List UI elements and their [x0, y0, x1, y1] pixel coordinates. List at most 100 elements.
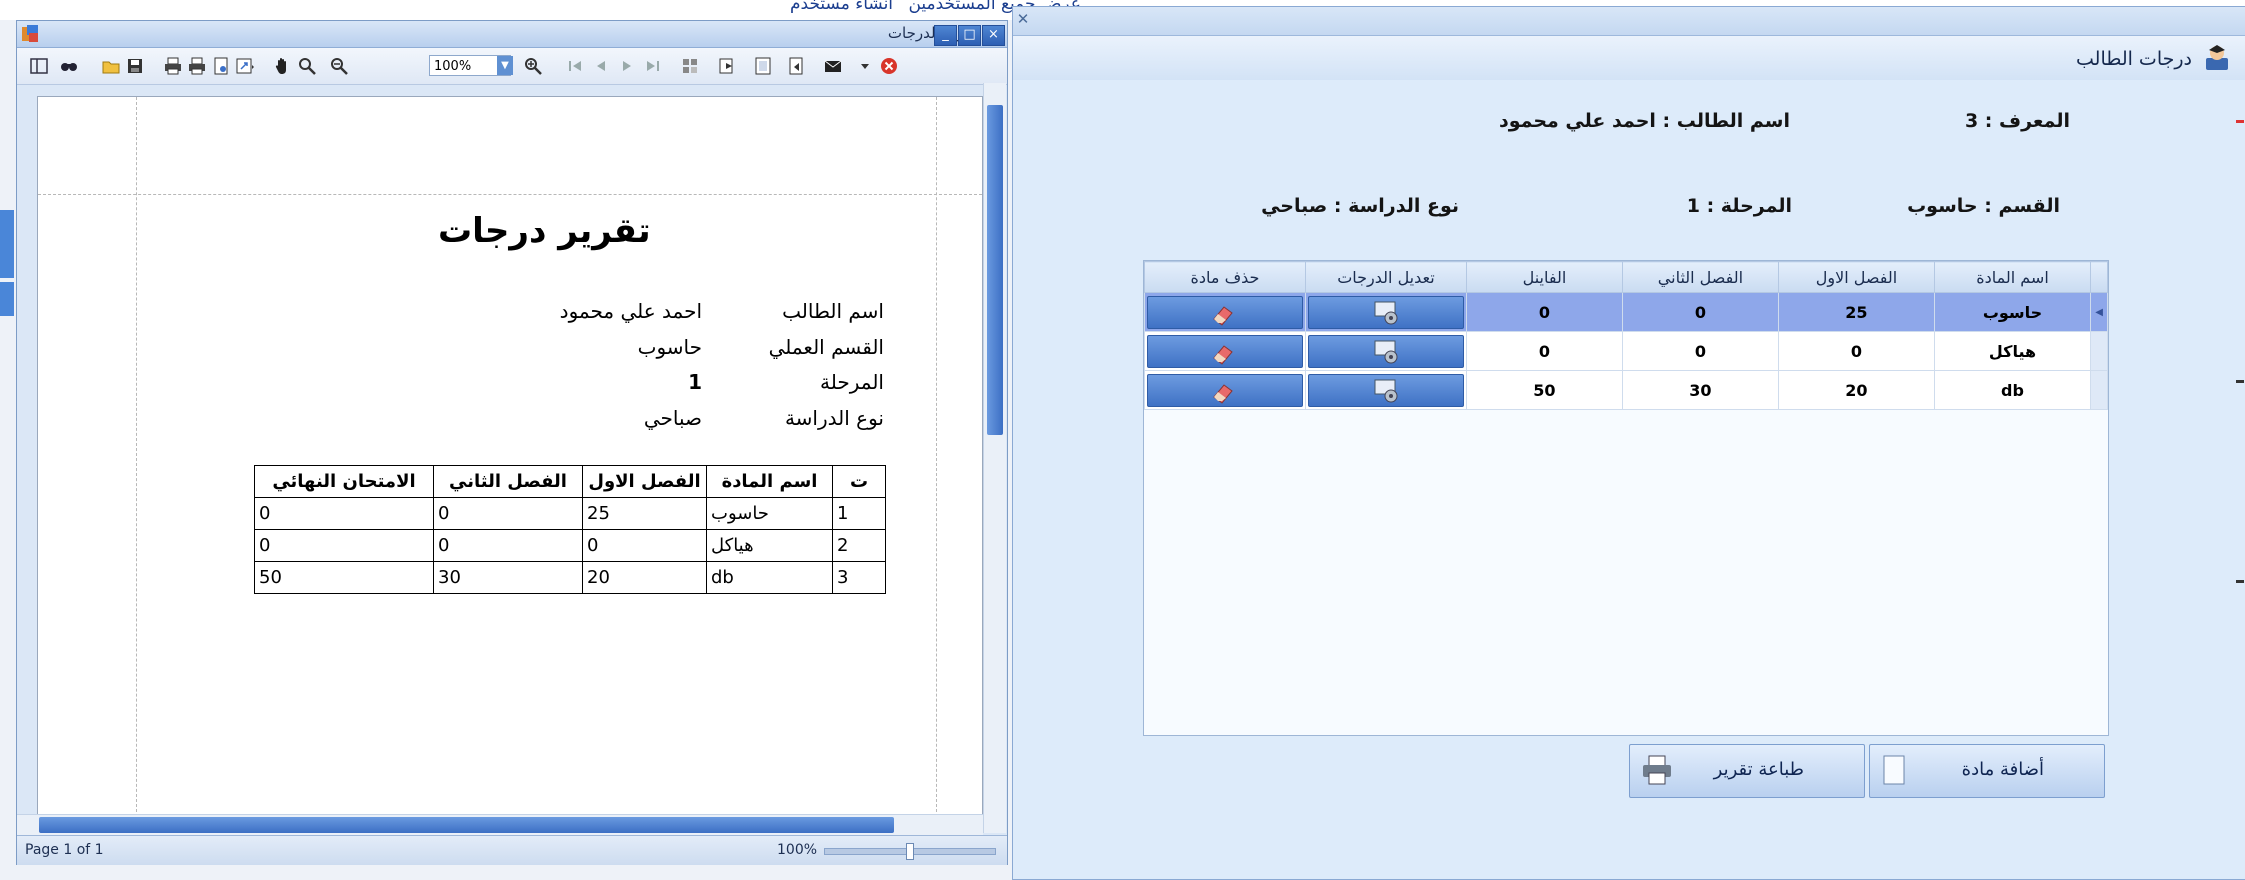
- report-grades-table: ت اسم المادة الفصل الاول الفصل الثاني ال…: [254, 465, 886, 594]
- row-header[interactable]: [2090, 370, 2108, 410]
- grid-cell-final[interactable]: 0: [1465, 331, 1623, 371]
- maximize-button[interactable]: □: [958, 25, 981, 46]
- print-report-button[interactable]: طباعة تقرير: [1629, 744, 1865, 798]
- print-icon[interactable]: [163, 56, 183, 76]
- dropdown-arrow-icon[interactable]: [855, 56, 875, 76]
- grid-cell-first[interactable]: 20: [1777, 370, 1935, 410]
- stage-label: المرحلة : 1: [1686, 195, 1792, 217]
- grades-table: اسم المادة الفصل الاول الفصل الثاني الفا…: [1144, 261, 2108, 410]
- edit-grades-button[interactable]: [1307, 373, 1464, 407]
- grid-row[interactable]: ◀ حاسوب 25 0 0: [1144, 292, 2108, 332]
- vertical-scrollbar[interactable]: [983, 83, 1006, 833]
- delete-subject-button[interactable]: [1147, 295, 1303, 329]
- report-viewer-titlebar[interactable]: تقرير الدرجات _ □ ×: [17, 21, 1007, 48]
- report-toolbar: 100% ▼: [17, 48, 1007, 85]
- grid-cell-subject[interactable]: حاسوب: [1933, 292, 2092, 332]
- grid-cell-first[interactable]: 25: [1777, 292, 1935, 332]
- scale-icon[interactable]: [235, 56, 255, 76]
- eraser-icon: [1213, 383, 1233, 404]
- student-icon: [2206, 45, 2228, 70]
- grid-cell-subject[interactable]: هياكل: [1933, 331, 2092, 371]
- column-header: الفصل الثاني: [433, 465, 583, 498]
- horizontal-scroll-thumb[interactable]: [39, 817, 894, 833]
- table-cell: 2: [832, 529, 886, 562]
- report-field-label: القسم العملي: [768, 335, 884, 359]
- last-page-icon[interactable]: [643, 56, 663, 76]
- edit-grades-cell: [1304, 331, 1467, 371]
- edit-grades-button[interactable]: [1307, 295, 1464, 329]
- grid-cell-first[interactable]: 0: [1777, 331, 1935, 371]
- zoom-dropdown-icon[interactable]: ▼: [497, 56, 513, 75]
- quick-print-icon[interactable]: [187, 56, 207, 76]
- edit-grades-button[interactable]: [1307, 334, 1464, 368]
- watermark-icon[interactable]: [753, 56, 773, 76]
- grid-header-row: اسم المادة الفصل الاول الفصل الثاني الفا…: [1144, 261, 2108, 293]
- export-icon[interactable]: [787, 56, 807, 76]
- horizontal-scrollbar[interactable]: [17, 814, 983, 835]
- multiple-pages-icon[interactable]: [681, 56, 701, 76]
- hand-tool-icon[interactable]: [273, 56, 293, 76]
- zoom-in-icon[interactable]: [523, 56, 543, 76]
- report-field-value: 1: [688, 370, 702, 394]
- row-header[interactable]: [2090, 331, 2108, 371]
- grades-window-titlebar[interactable]: ✕: [1013, 7, 2245, 36]
- table-cell: 0: [433, 529, 583, 562]
- report-app-icon: [22, 25, 38, 42]
- column-header[interactable]: حذف مادة: [1144, 261, 1306, 293]
- table-row: 3 db 20 30 50: [254, 561, 886, 594]
- column-header[interactable]: اسم المادة: [1933, 261, 2092, 293]
- background-left-tab[interactable]: [0, 210, 14, 278]
- minimize-button[interactable]: _: [934, 25, 957, 46]
- edit-settings-icon: [1374, 340, 1398, 363]
- magnifier-icon[interactable]: [297, 56, 317, 76]
- email-icon[interactable]: [823, 56, 843, 76]
- close-icon[interactable]: ✕: [1015, 11, 1031, 27]
- zoom-slider-knob[interactable]: [906, 843, 914, 860]
- row-header-column: [2090, 261, 2108, 293]
- column-header: ت: [832, 465, 886, 498]
- column-header[interactable]: الفصل الاول: [1777, 261, 1935, 293]
- report-statusbar: Page 1 of 1 100%: [17, 835, 1007, 865]
- column-header: اسم المادة: [706, 465, 833, 498]
- grid-cell-second[interactable]: 0: [1621, 292, 1779, 332]
- column-header[interactable]: الفاينل: [1465, 261, 1623, 293]
- grid-cell-final[interactable]: 0: [1465, 292, 1623, 332]
- previous-page-icon[interactable]: [591, 56, 611, 76]
- grid-cell-final[interactable]: 50: [1465, 370, 1623, 410]
- zoom-out-icon[interactable]: [329, 56, 349, 76]
- delete-subject-button[interactable]: [1147, 334, 1303, 368]
- delete-subject-cell: [1144, 370, 1306, 410]
- delete-subject-cell: [1144, 292, 1306, 332]
- next-page-icon[interactable]: [617, 56, 637, 76]
- find-icon[interactable]: [59, 56, 79, 76]
- column-header[interactable]: تعديل الدرجات: [1304, 261, 1467, 293]
- column-header: الفصل الاول: [582, 465, 707, 498]
- close-button[interactable]: ×: [982, 25, 1005, 46]
- create-user-link[interactable]: انشاء مستخدم: [790, 0, 893, 14]
- table-cell: 0: [254, 497, 434, 530]
- background-color-icon[interactable]: [717, 56, 737, 76]
- edit-settings-icon: [1374, 379, 1398, 402]
- report-viewer-window: تقرير الدرجات _ □ × 100% ▼ تقرير درجات ا…: [16, 20, 1008, 865]
- open-icon[interactable]: [101, 56, 121, 76]
- grid-cell-second[interactable]: 0: [1621, 331, 1779, 371]
- delete-subject-button[interactable]: [1147, 373, 1303, 407]
- grid-cell-second[interactable]: 30: [1621, 370, 1779, 410]
- first-page-icon[interactable]: [565, 56, 585, 76]
- column-header[interactable]: الفصل الثاني: [1621, 261, 1779, 293]
- table-cell: 1: [832, 497, 886, 530]
- grid-cell-subject[interactable]: db: [1933, 370, 2092, 410]
- grid-row[interactable]: db 20 30 50: [1144, 370, 2108, 410]
- table-cell: 50: [254, 561, 434, 594]
- add-subject-button[interactable]: أضافة مادة: [1869, 744, 2105, 798]
- zoom-slider[interactable]: [824, 843, 996, 860]
- background-left-tab[interactable]: [0, 282, 14, 316]
- report-field-label: نوع الدراسة: [784, 406, 884, 430]
- grid-row[interactable]: هياكل 0 0 0: [1144, 331, 2108, 371]
- save-icon[interactable]: [125, 56, 145, 76]
- close-preview-icon[interactable]: [879, 56, 899, 76]
- document-map-icon[interactable]: [29, 56, 49, 76]
- page-setup-icon[interactable]: [211, 56, 231, 76]
- vertical-scroll-thumb[interactable]: [987, 105, 1003, 435]
- delete-subject-cell: [1144, 331, 1306, 371]
